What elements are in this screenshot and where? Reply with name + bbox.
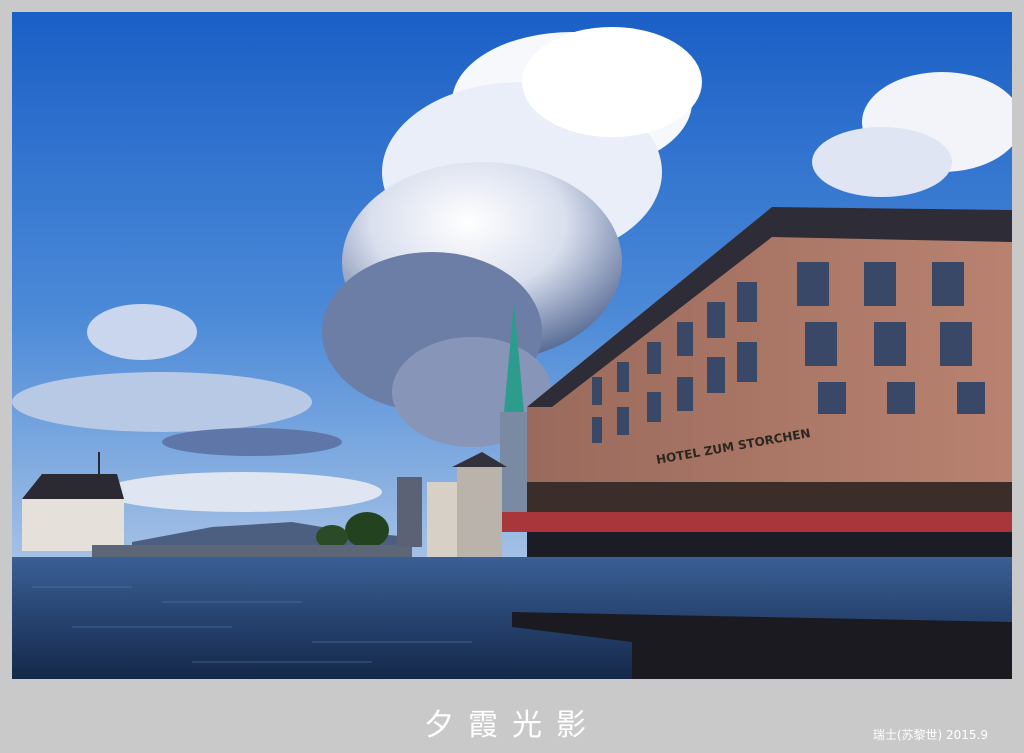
trees [345,512,389,548]
photo-caption-title: 夕霞光影 [424,708,600,743]
photo-credit: 瑞士(苏黎世) 2015.9 [872,728,988,742]
photo: HOTEL ZUM STORCHEN [12,12,1012,679]
scene-illustration: HOTEL ZUM STORCHEN [12,12,1012,679]
